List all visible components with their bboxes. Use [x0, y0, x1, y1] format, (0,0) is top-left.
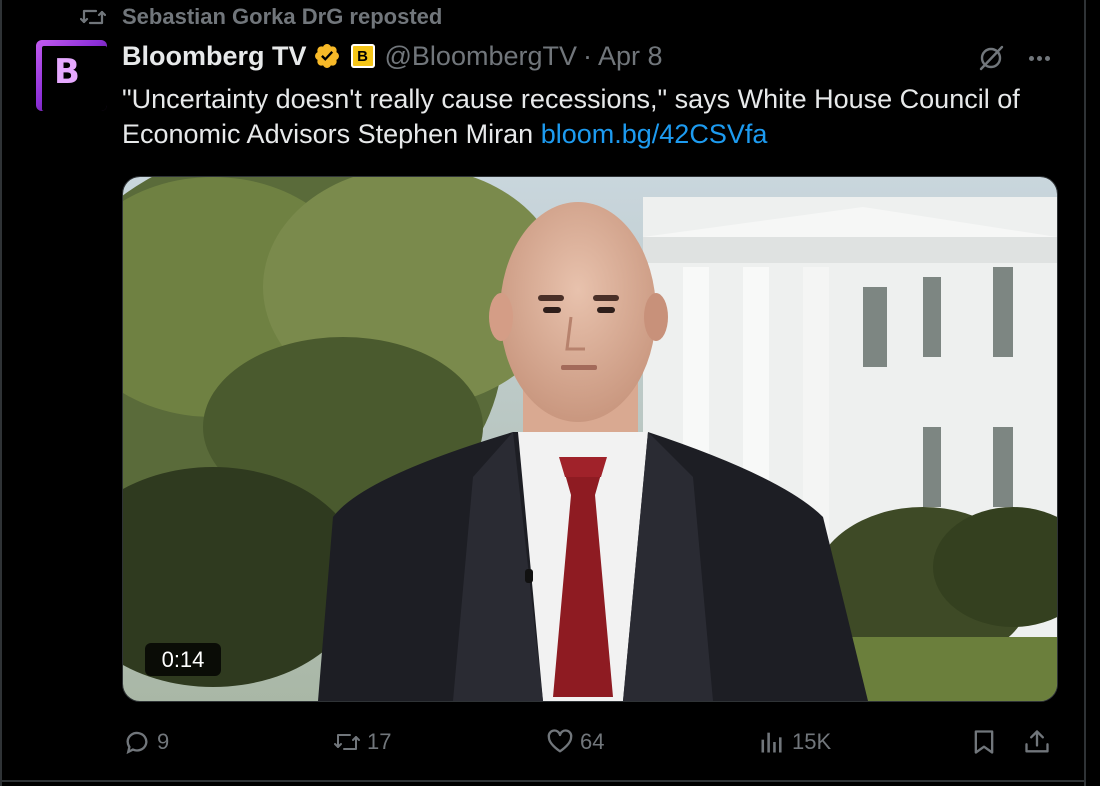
bookmark-icon: [974, 730, 994, 754]
tweet-divider: [0, 780, 1086, 782]
more-icon[interactable]: [1024, 44, 1054, 72]
avatar-letter: B: [54, 52, 80, 92]
repost-count: 17: [367, 729, 392, 754]
tweet-date[interactable]: Apr 8: [598, 41, 663, 72]
grok-icon[interactable]: [976, 43, 1006, 73]
more-dot: [1044, 55, 1050, 61]
verified-icon[interactable]: [313, 42, 341, 70]
social-context[interactable]: Sebastian Gorka DrG reposted: [80, 4, 442, 30]
reply-icon: [126, 731, 148, 755]
social-context-text: Sebastian Gorka DrG reposted: [122, 4, 443, 29]
video-duration: 0:14: [145, 643, 221, 676]
tweet-header: Bloomberg TV B @BloombergTV · Apr 8: [122, 38, 663, 74]
views-button[interactable]: 15K: [758, 726, 831, 758]
repost-button[interactable]: 17: [333, 726, 391, 758]
more-dot: [1036, 55, 1042, 61]
bookmark-button[interactable]: [970, 726, 998, 758]
affiliate-badge[interactable]: B: [350, 44, 375, 68]
video-frame: [123, 177, 1057, 701]
timeline-border-right: [1084, 0, 1086, 786]
like-button[interactable]: 64: [546, 726, 604, 758]
reply-button[interactable]: 9: [123, 726, 169, 758]
like-count: 64: [580, 729, 605, 754]
timeline-border-left: [0, 0, 2, 786]
views-icon: [761, 732, 782, 753]
author-name[interactable]: Bloomberg TV: [122, 41, 307, 72]
share-icon: [1025, 730, 1049, 753]
reply-count: 9: [157, 729, 170, 754]
avatar[interactable]: B: [36, 40, 107, 111]
views-count: 15K: [792, 729, 832, 754]
share-button[interactable]: [1023, 726, 1051, 758]
tweet-text: "Uncertainty doesn't really cause recess…: [122, 82, 1072, 152]
repost-icon: [334, 734, 360, 750]
more-dot: [1028, 55, 1034, 61]
header-separator: ·: [583, 40, 592, 71]
like-icon: [547, 729, 573, 753]
video-player[interactable]: [122, 176, 1058, 702]
repost-icon: [80, 9, 106, 25]
tweet-link[interactable]: bloom.bg/42CSVfa: [541, 119, 768, 149]
author-handle[interactable]: @BloombergTV: [385, 41, 577, 72]
